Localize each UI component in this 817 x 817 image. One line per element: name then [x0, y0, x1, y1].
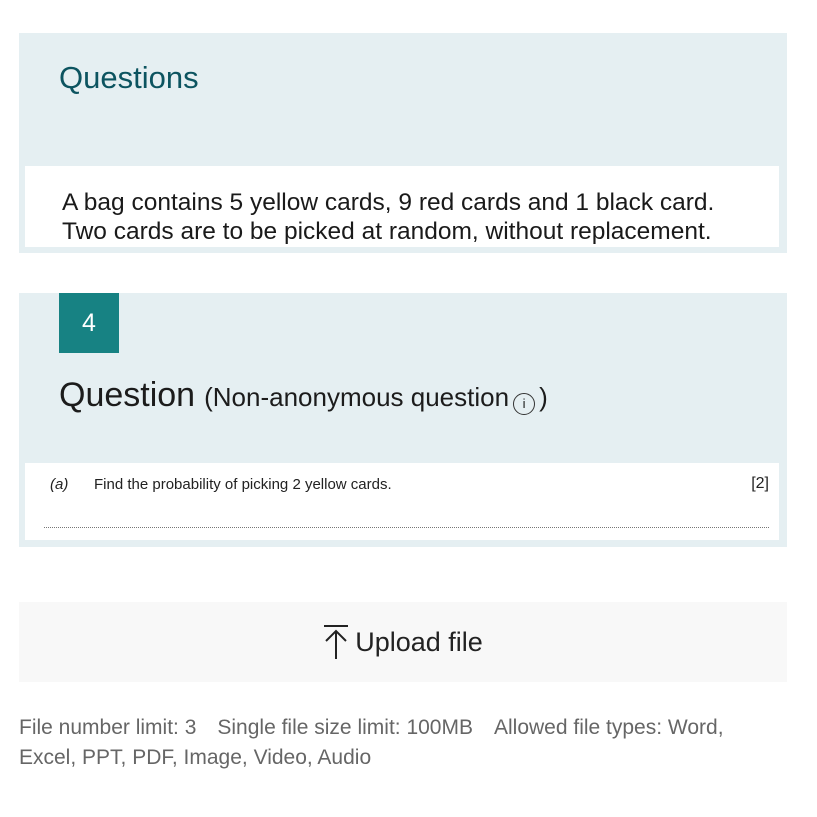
answer-line: [44, 527, 769, 528]
question-label: Question: [59, 376, 196, 414]
part-text: Find the probability of picking 2 yellow…: [94, 476, 392, 493]
question-prompt-image: A bag contains 5 yellow cards, 9 red car…: [25, 166, 779, 247]
prompt-line-2: Two cards are to be picked at random, wi…: [62, 218, 712, 245]
question-card: 4 Question (Non-anonymous question i ) (…: [19, 293, 787, 547]
part-letter: (a): [50, 476, 69, 493]
marks-label: [2]: [751, 475, 769, 492]
prompt-line-1: A bag contains 5 yellow cards, 9 red car…: [62, 189, 715, 216]
questions-section: Questions A bag contains 5 yellow cards,…: [19, 33, 787, 253]
info-icon[interactable]: i: [513, 393, 536, 415]
section-title: Questions: [59, 60, 199, 95]
upload-limits-info: File number limit: 3 Single file size li…: [19, 716, 724, 769]
question-type-label: (Non-anonymous question: [204, 382, 510, 412]
question-type-close: ): [539, 382, 548, 412]
question-number-badge: 4: [59, 293, 119, 353]
question-part-image: (a) Find the probability of picking 2 ye…: [25, 463, 779, 540]
upload-file-button[interactable]: Upload file: [19, 602, 787, 682]
question-header: Question (Non-anonymous question i ): [59, 376, 548, 415]
upload-arrow-icon: [324, 625, 349, 659]
question-prompt: A bag contains 5 yellow cards, 9 red car…: [62, 188, 714, 246]
upload-label: Upload file: [355, 626, 483, 657]
